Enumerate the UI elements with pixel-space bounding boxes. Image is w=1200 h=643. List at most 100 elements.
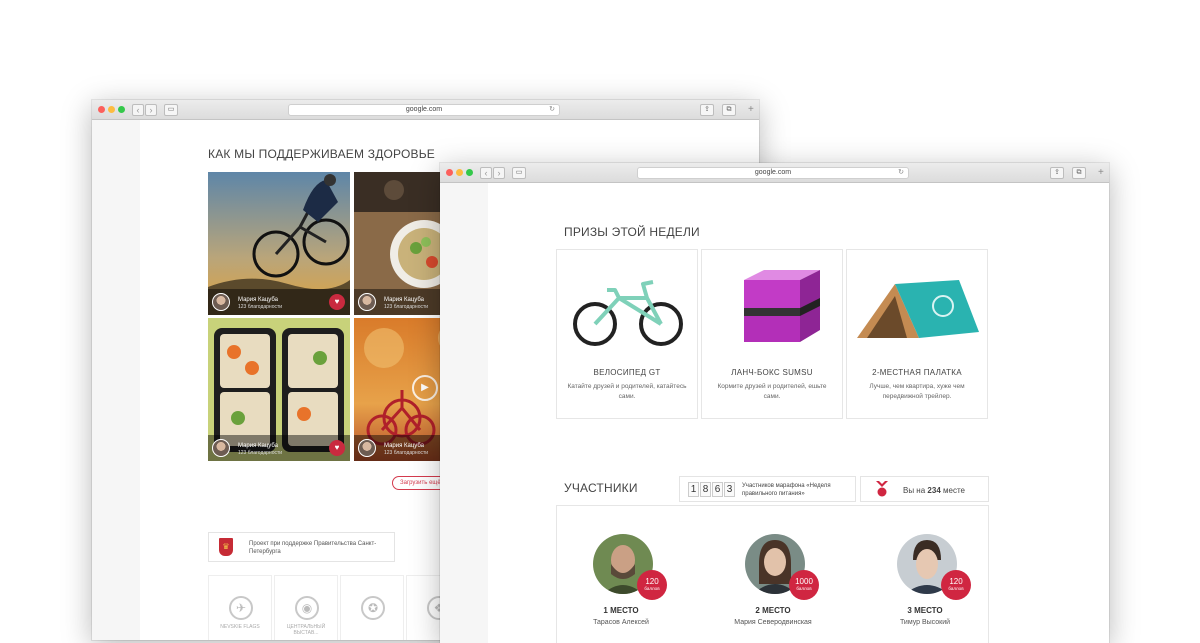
user-rank-box: Вы на 234 месте	[860, 476, 989, 502]
partner-logo[interactable]: ✈ NEVSKIE FLAGS	[208, 575, 272, 640]
prize-card[interactable]: 2-МЕСТНАЯ ПАЛАТКА Лучше, чем квартира, х…	[846, 249, 988, 419]
points-badge: 120 баллов	[637, 570, 667, 600]
lunchbox-icon	[744, 270, 820, 342]
heart-icon[interactable]: ♥	[329, 440, 345, 456]
counter-caption: Участников марафона «Неделя правильного …	[742, 483, 831, 497]
tile-author[interactable]: Мария Кацуба	[384, 443, 424, 449]
top-participants-list: 120 баллов 1 МЕСТО Тарасов Алексей 1000 ба…	[556, 505, 989, 643]
tile-likes: 123 благодарности	[384, 304, 429, 310]
window-titlebar: ‹ › ▭ google.com ↻ ⇪ ⧉ +	[440, 163, 1109, 183]
play-icon[interactable]: ▶	[412, 375, 438, 401]
points-badge: 1000 баллов	[789, 570, 819, 600]
tile-likes: 123 благодарности	[384, 450, 429, 456]
rank-value: 234	[927, 486, 941, 495]
close-dot[interactable]	[446, 169, 453, 176]
forward-arrow-icon[interactable]: ›	[493, 167, 505, 179]
url-text: google.com	[754, 169, 792, 176]
sidebar-icon[interactable]: ▭	[164, 104, 178, 116]
heart-icon[interactable]: ♥	[329, 294, 345, 310]
address-bar[interactable]: google.com ↻	[288, 104, 560, 116]
tabs-icon[interactable]: ⧉	[1072, 167, 1086, 179]
address-bar[interactable]: google.com ↻	[637, 167, 909, 179]
tile-author[interactable]: Мария Кацуба	[238, 443, 278, 449]
reload-icon[interactable]: ↻	[898, 168, 904, 178]
participant-place: 2 МЕСТО	[755, 606, 791, 615]
tabs-icon[interactable]: ⧉	[722, 104, 736, 116]
photo-tile[interactable]: Мария Кацуба 123 благодарности ♥	[208, 318, 350, 461]
rank-suffix: месте	[943, 486, 965, 495]
points-value: 120	[645, 577, 659, 586]
user-rank-text: Вы на 234 месте	[903, 486, 965, 495]
zoom-dot[interactable]	[118, 106, 125, 113]
counter-digit: 6	[712, 482, 723, 497]
forward-arrow-icon[interactable]: ›	[145, 104, 157, 116]
back-arrow-icon[interactable]: ‹	[480, 167, 492, 179]
points-value: 1000	[795, 577, 813, 586]
partner-name: ЦЕНТРАЛЬНЫЙ ВЫСТАВ...	[286, 624, 326, 636]
tile-author[interactable]: Мария Кацуба	[238, 297, 278, 303]
partner-logo-icon: ◉	[295, 596, 319, 620]
new-tab-icon[interactable]: +	[1098, 167, 1108, 179]
prize-title: ВЕЛОСИПЕД GT	[593, 368, 661, 377]
points-badge: 120 баллов	[941, 570, 971, 600]
minimize-dot[interactable]	[108, 106, 115, 113]
new-tab-icon[interactable]: +	[748, 104, 758, 116]
prize-description: Лучше, чем квартира, хуже чем передвижно…	[869, 383, 965, 400]
prize-title: 2-МЕСТНАЯ ПАЛАТКА	[872, 368, 962, 377]
photo-tile[interactable]: Мария Кацуба 123 благодарности ♥	[208, 172, 350, 315]
share-icon[interactable]: ⇪	[1050, 167, 1064, 179]
browser-window-front: ‹ › ▭ google.com ↻ ⇪ ⧉ + ПРИЗЫ ЭТОЙ НЕДЕ…	[440, 163, 1109, 643]
share-icon[interactable]: ⇪	[700, 104, 714, 116]
minimize-dot[interactable]	[456, 169, 463, 176]
participant-card[interactable]: 120 баллов 1 МЕСТО Тарасов Алексей	[561, 534, 681, 643]
prize-card[interactable]: ВЕЛОСИПЕД GT Катайте друзей и родителей,…	[556, 249, 698, 419]
left-margin	[440, 183, 488, 643]
rank-prefix: Вы на	[903, 486, 926, 495]
participant-card[interactable]: 120 баллов 3 МЕСТО Тимур Высокий	[865, 534, 985, 643]
sidebar-icon[interactable]: ▭	[512, 167, 526, 179]
counter-digit: 8	[700, 482, 711, 497]
avatar[interactable]	[358, 439, 376, 457]
tent-icon	[857, 280, 979, 338]
spb-crest-icon: ♛	[219, 538, 233, 556]
points-unit: баллов	[796, 586, 812, 591]
government-support-text: Проект при поддержке Правительства Санкт…	[249, 541, 377, 555]
partner-logo[interactable]: ◉ ЦЕНТРАЛЬНЫЙ ВЫСТАВ...	[274, 575, 338, 640]
health-heading: КАК МЫ ПОДДЕРЖИВАЕМ ЗДОРОВЬЕ	[208, 147, 436, 161]
avatar[interactable]	[212, 439, 230, 457]
prize-description: Кормите друзей и родителей, ешьте сами.	[717, 383, 827, 400]
partner-logo[interactable]: ✪	[340, 575, 404, 640]
government-support-box: ♛ Проект при поддержке Правительства Сан…	[208, 532, 395, 562]
partner-star-icon: ✪	[361, 596, 385, 620]
close-dot[interactable]	[98, 106, 105, 113]
participant-place: 3 МЕСТО	[907, 606, 943, 615]
participants-heading: УЧАСТНИКИ	[564, 481, 638, 495]
participants-counter: 1 8 6 3 Участников марафона «Неделя прав…	[679, 476, 856, 502]
points-value: 120	[949, 577, 963, 586]
participant-name[interactable]: Тарасов Алексей	[561, 619, 681, 626]
points-unit: баллов	[948, 586, 964, 591]
reload-icon[interactable]: ↻	[549, 105, 555, 115]
tile-likes: 123 благодарности	[238, 450, 283, 456]
partner-logo-icon: ✈	[229, 596, 253, 620]
bicycle-icon	[573, 280, 683, 346]
medal-icon	[876, 481, 888, 497]
zoom-dot[interactable]	[466, 169, 473, 176]
participant-card[interactable]: 1000 баллов 2 МЕСТО Мария Северодвинская	[713, 534, 833, 643]
tile-likes: 123 благодарности	[238, 304, 283, 310]
prizes-heading: ПРИЗЫ ЭТОЙ НЕДЕЛИ	[564, 225, 700, 239]
participant-name[interactable]: Тимур Высокий	[865, 619, 985, 626]
avatar[interactable]	[358, 293, 376, 311]
left-margin	[92, 120, 140, 640]
participant-name[interactable]: Мария Северодвинская	[713, 619, 833, 626]
points-unit: баллов	[644, 586, 660, 591]
participant-place: 1 МЕСТО	[603, 606, 639, 615]
prize-card[interactable]: ЛАНЧ-БОКС SUMSU Кормите друзей и родител…	[701, 249, 843, 419]
avatar[interactable]	[212, 293, 230, 311]
url-text: google.com	[405, 106, 443, 113]
counter-digit: 3	[724, 482, 735, 497]
back-arrow-icon[interactable]: ‹	[132, 104, 144, 116]
partner-name: NEVSKIE FLAGS	[220, 624, 260, 630]
prize-title: ЛАНЧ-БОКС SUMSU	[731, 368, 813, 377]
tile-author[interactable]: Мария Кацуба	[384, 297, 424, 303]
